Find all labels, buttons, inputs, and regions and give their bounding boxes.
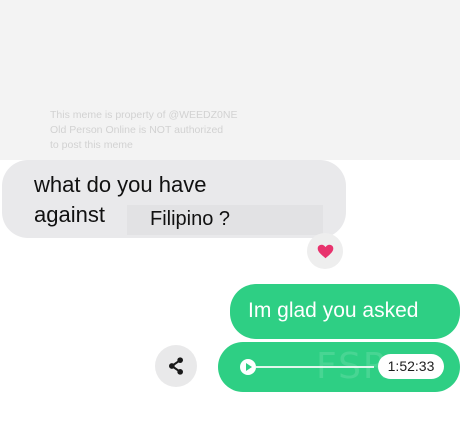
watermark-line: to post this meme — [50, 139, 133, 151]
heart-icon — [317, 244, 333, 258]
voice-progress-track[interactable] — [256, 366, 374, 368]
heart-reaction[interactable] — [307, 233, 343, 269]
voice-duration-badge: 1:52:33 — [378, 354, 444, 379]
outgoing-message-bubble[interactable]: Im glad you asked — [230, 284, 460, 339]
watermark-line: This meme is property of @WEEDZ0NE — [50, 109, 238, 121]
voice-message-bubble[interactable]: FSR 1:52:33 — [218, 342, 460, 392]
share-icon — [169, 357, 183, 375]
share-button[interactable] — [155, 345, 197, 387]
watermark-line: Old Person Online is NOT authorized — [50, 124, 224, 136]
outgoing-message-text: Im glad you asked — [248, 299, 419, 322]
incoming-message-bubble[interactable]: what do you have against Filipino ? — [2, 160, 346, 238]
play-icon[interactable] — [240, 359, 256, 375]
incoming-message-line-2: against — [34, 202, 105, 227]
incoming-message-line-1: what do you have — [34, 172, 207, 197]
watermark-text: This meme is property of @WEEDZ0NE Old P… — [50, 108, 237, 153]
overlay-edited-word: Filipino ? — [150, 208, 231, 230]
